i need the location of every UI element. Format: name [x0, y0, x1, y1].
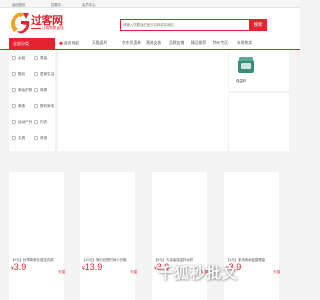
category-item[interactable]: 男装 [34, 56, 47, 61]
site-logo[interactable]: 过客网 让购物更省钱 [9, 11, 65, 35]
product-price-value: 3.9 [13, 262, 27, 272]
all-categories-tab[interactable]: 全部分类 [9, 38, 55, 50]
category-sidebar: 女装 男装 鞋包 居家生活 美妆护肤 母婴 美食 数码家电 运动户外 内衣 文具… [9, 50, 55, 151]
category-item[interactable]: 母婴 [34, 88, 47, 93]
nav-item-tmall[interactable]: 天猫返利 [92, 41, 107, 46]
topbar-link-loading[interactable]: 加载中... [51, 2, 64, 7]
category-item[interactable]: 女装 [12, 56, 25, 61]
nav-item-women[interactable]: 潮流女装 [146, 41, 161, 46]
product-card[interactable] [80, 172, 135, 300]
search-box [120, 19, 250, 31]
thermos-cup-image [238, 57, 254, 73]
category-icon [12, 88, 16, 92]
search-button[interactable]: 搜索 [249, 19, 267, 31]
category-icon [12, 56, 16, 60]
nav-item-sale[interactable]: 特价专区 [213, 41, 228, 46]
logo-icon [11, 12, 30, 34]
nav-item-brand[interactable]: 品牌店铺 [169, 41, 184, 46]
category-item[interactable]: 鞋包 [12, 72, 25, 77]
nav-item-jd[interactable]: 京东优惠券 [122, 41, 141, 46]
category-icon [34, 104, 38, 108]
category-item[interactable]: 运动户外 [12, 120, 32, 125]
main-nav: 全部分类 首页导航 天猫返利 京东优惠券 潮流女装 品牌店铺 精品推荐 特价专区… [0, 38, 300, 50]
topbar-link-member[interactable]: 会员中心 [82, 2, 96, 7]
product-card[interactable] [9, 172, 64, 300]
category-icon [12, 136, 16, 140]
category-icon [34, 88, 38, 92]
category-item[interactable]: 文具 [12, 136, 25, 141]
search-input[interactable] [123, 23, 249, 27]
product-tag: 天猫 [130, 270, 138, 274]
hot-item-label: 保温杯 [236, 79, 247, 83]
main-banner[interactable] [58, 50, 228, 151]
logo-subtitle: 让购物更省钱 [31, 26, 64, 31]
category-item[interactable]: 其他 [34, 136, 47, 141]
nav-item-home-label: 首页导航 [64, 41, 80, 46]
category-item[interactable]: 美妆护肤 [12, 88, 32, 93]
logo-subtitle-text: 让购物更省钱 [42, 26, 64, 30]
top-bar: 返回首页 加载中... 会员中心 [0, 0, 300, 8]
nav-item-picks[interactable]: 精品推荐 [191, 41, 206, 46]
product-price-value: 13.9 [84, 262, 103, 272]
product-price: ¥13.9 [82, 262, 103, 272]
nav-item-weekly[interactable]: 本周热卖 [237, 41, 252, 46]
category-item[interactable]: 美食 [12, 104, 25, 109]
category-icon [34, 120, 38, 124]
watermark-text: 千狐秒批文 [158, 265, 239, 282]
product-tag: 天猫 [58, 270, 66, 274]
category-item[interactable]: 数码家电 [34, 104, 54, 109]
category-icon [12, 72, 16, 76]
category-icon [34, 72, 38, 76]
category-item[interactable]: 居家生活 [34, 72, 54, 77]
home-icon [59, 41, 63, 45]
category-icon [34, 56, 38, 60]
category-icon [12, 120, 16, 124]
product-price: ¥3.9 [11, 262, 27, 272]
nav-item-home[interactable]: 首页导航 [59, 41, 79, 47]
topbar-link-home[interactable]: 返回首页 [12, 2, 26, 7]
side-panel [229, 93, 289, 151]
category-icon [12, 104, 16, 108]
category-item[interactable]: 内衣 [34, 120, 47, 125]
category-icon [34, 136, 38, 140]
product-tag: 天猫 [273, 270, 281, 274]
